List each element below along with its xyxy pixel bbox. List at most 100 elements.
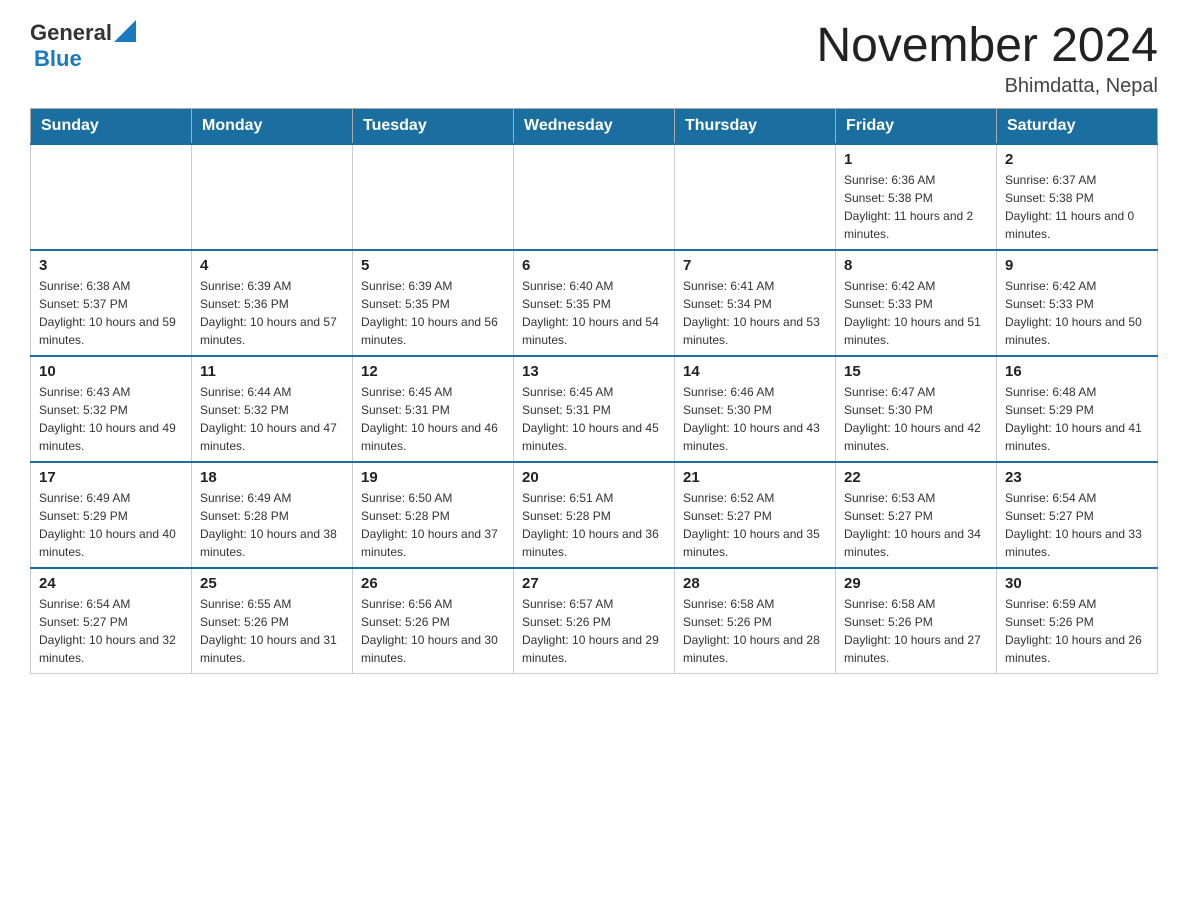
table-row: 30 Sunrise: 6:59 AMSunset: 5:26 PMDayligh… [997,568,1158,674]
table-row: 9Sunrise: 6:42 AMSunset: 5:33 PMDaylight… [997,250,1158,356]
table-row: 17Sunrise: 6:49 AMSunset: 5:29 PMDayligh… [31,462,192,568]
logo-general-text: General [30,20,112,46]
day-number: 21 [683,469,827,486]
table-row: 7Sunrise: 6:41 AMSunset: 5:34 PMDaylight… [675,250,836,356]
day-info: Sunrise: 6:42 AMSunset: 5:33 PMDaylight:… [844,277,988,349]
col-tuesday: Tuesday [353,108,514,144]
day-number: 26 [361,575,505,592]
logo-blue-text: Blue [34,46,82,71]
day-number: 7 [683,257,827,274]
table-row: 1 Sunrise: 6:36 AMSunset: 5:38 PMDaylight… [836,144,997,250]
table-row: 29 Sunrise: 6:58 AMSunset: 5:26 PMDayligh… [836,568,997,674]
day-info: Sunrise: 6:50 AMSunset: 5:28 PMDaylight:… [361,489,505,561]
table-row: 20 Sunrise: 6:51 AMSunset: 5:28 PMDayligh… [514,462,675,568]
table-row [31,144,192,250]
table-row: 4 Sunrise: 6:39 AMSunset: 5:36 PMDaylight… [192,250,353,356]
col-friday: Friday [836,108,997,144]
day-info: Sunrise: 6:40 AMSunset: 5:35 PMDaylight:… [522,277,666,349]
table-row: 10 Sunrise: 6:43 AMSunset: 5:32 PMDayligh… [31,356,192,462]
table-row [675,144,836,250]
day-info: Sunrise: 6:49 AMSunset: 5:29 PMDaylight:… [39,489,183,561]
day-info: Sunrise: 6:45 AMSunset: 5:31 PMDaylight:… [361,383,505,455]
day-number: 22 [844,469,988,486]
day-number: 2 [1005,151,1149,168]
day-number: 1 [844,151,988,168]
day-number: 25 [200,575,344,592]
day-number: 5 [361,257,505,274]
calendar-week-row: 1 Sunrise: 6:36 AMSunset: 5:38 PMDaylight… [31,144,1158,250]
day-number: 16 [1005,363,1149,380]
table-row [353,144,514,250]
table-row: 12 Sunrise: 6:45 AMSunset: 5:31 PMDayligh… [353,356,514,462]
day-info: Sunrise: 6:58 AMSunset: 5:26 PMDaylight:… [683,595,827,667]
day-number: 20 [522,469,666,486]
logo: General Blue [30,20,136,72]
day-info: Sunrise: 6:58 AMSunset: 5:26 PMDaylight:… [844,595,988,667]
table-row: 24 Sunrise: 6:54 AMSunset: 5:27 PMDayligh… [31,568,192,674]
logo-triangle-icon [114,20,136,42]
day-info: Sunrise: 6:54 AMSunset: 5:27 PMDaylight:… [39,595,183,667]
col-wednesday: Wednesday [514,108,675,144]
day-number: 14 [683,363,827,380]
day-info: Sunrise: 6:53 AMSunset: 5:27 PMDaylight:… [844,489,988,561]
table-row: 26 Sunrise: 6:56 AMSunset: 5:26 PMDayligh… [353,568,514,674]
table-row [514,144,675,250]
table-row: 6 Sunrise: 6:40 AMSunset: 5:35 PMDaylight… [514,250,675,356]
table-row: 14 Sunrise: 6:46 AMSunset: 5:30 PMDayligh… [675,356,836,462]
day-number: 24 [39,575,183,592]
day-number: 11 [200,363,344,380]
day-info: Sunrise: 6:47 AMSunset: 5:30 PMDaylight:… [844,383,988,455]
table-row: 8 Sunrise: 6:42 AMSunset: 5:33 PMDaylight… [836,250,997,356]
col-thursday: Thursday [675,108,836,144]
day-info: Sunrise: 6:36 AMSunset: 5:38 PMDaylight:… [844,171,988,243]
header: General Blue November 2024 Bhimdatta, Ne… [30,20,1158,98]
day-number: 30 [1005,575,1149,592]
table-row: 18Sunrise: 6:49 AMSunset: 5:28 PMDayligh… [192,462,353,568]
day-info: Sunrise: 6:56 AMSunset: 5:26 PMDaylight:… [361,595,505,667]
day-info: Sunrise: 6:51 AMSunset: 5:28 PMDaylight:… [522,489,666,561]
day-number: 3 [39,257,183,274]
calendar-week-row: 3Sunrise: 6:38 AMSunset: 5:37 PMDaylight… [31,250,1158,356]
calendar-week-row: 24 Sunrise: 6:54 AMSunset: 5:27 PMDayligh… [31,568,1158,674]
day-number: 27 [522,575,666,592]
day-info: Sunrise: 6:49 AMSunset: 5:28 PMDaylight:… [200,489,344,561]
day-info: Sunrise: 6:45 AMSunset: 5:31 PMDaylight:… [522,383,666,455]
table-row: 27 Sunrise: 6:57 AMSunset: 5:26 PMDayligh… [514,568,675,674]
col-sunday: Sunday [31,108,192,144]
table-row: 16Sunrise: 6:48 AMSunset: 5:29 PMDayligh… [997,356,1158,462]
day-number: 8 [844,257,988,274]
location-subtitle: Bhimdatta, Nepal [816,75,1158,98]
day-number: 10 [39,363,183,380]
table-row: 15 Sunrise: 6:47 AMSunset: 5:30 PMDayligh… [836,356,997,462]
day-number: 12 [361,363,505,380]
day-info: Sunrise: 6:39 AMSunset: 5:35 PMDaylight:… [361,277,505,349]
table-row: 11Sunrise: 6:44 AMSunset: 5:32 PMDayligh… [192,356,353,462]
day-number: 23 [1005,469,1149,486]
day-info: Sunrise: 6:43 AMSunset: 5:32 PMDaylight:… [39,383,183,455]
day-number: 13 [522,363,666,380]
day-info: Sunrise: 6:46 AMSunset: 5:30 PMDaylight:… [683,383,827,455]
table-row: 2Sunrise: 6:37 AMSunset: 5:38 PMDaylight… [997,144,1158,250]
day-info: Sunrise: 6:52 AMSunset: 5:27 PMDaylight:… [683,489,827,561]
day-info: Sunrise: 6:55 AMSunset: 5:26 PMDaylight:… [200,595,344,667]
day-number: 28 [683,575,827,592]
day-info: Sunrise: 6:57 AMSunset: 5:26 PMDaylight:… [522,595,666,667]
table-row: 22 Sunrise: 6:53 AMSunset: 5:27 PMDayligh… [836,462,997,568]
table-row: 23 Sunrise: 6:54 AMSunset: 5:27 PMDayligh… [997,462,1158,568]
table-row: 28 Sunrise: 6:58 AMSunset: 5:26 PMDayligh… [675,568,836,674]
day-number: 15 [844,363,988,380]
day-info: Sunrise: 6:39 AMSunset: 5:36 PMDaylight:… [200,277,344,349]
calendar-week-row: 10 Sunrise: 6:43 AMSunset: 5:32 PMDayligh… [31,356,1158,462]
day-info: Sunrise: 6:54 AMSunset: 5:27 PMDaylight:… [1005,489,1149,561]
day-info: Sunrise: 6:59 AMSunset: 5:26 PMDaylight:… [1005,595,1149,667]
table-row: 3Sunrise: 6:38 AMSunset: 5:37 PMDaylight… [31,250,192,356]
calendar-header-row: Sunday Monday Tuesday Wednesday Thursday… [31,108,1158,144]
month-year-title: November 2024 [816,20,1158,73]
day-number: 29 [844,575,988,592]
table-row: 25 Sunrise: 6:55 AMSunset: 5:26 PMDayligh… [192,568,353,674]
day-number: 4 [200,257,344,274]
table-row: 21 Sunrise: 6:52 AMSunset: 5:27 PMDayligh… [675,462,836,568]
day-number: 9 [1005,257,1149,274]
day-number: 6 [522,257,666,274]
table-row: 5 Sunrise: 6:39 AMSunset: 5:35 PMDaylight… [353,250,514,356]
